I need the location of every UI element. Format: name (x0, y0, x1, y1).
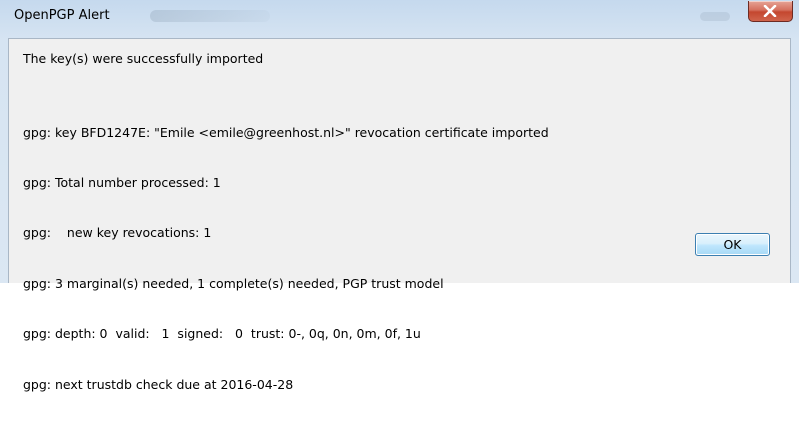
gpg-output-line: gpg: new key revocations: 1 (23, 225, 212, 241)
gpg-output-line: gpg: Total number processed: 1 (23, 174, 221, 190)
window-title: OpenPGP Alert (14, 8, 110, 23)
close-button[interactable] (748, 1, 793, 22)
ok-button[interactable]: OK (695, 233, 770, 256)
alert-window: OpenPGP Alert The key(s) were successful… (0, 0, 799, 392)
success-headline: The key(s) were successfully imported (23, 51, 264, 66)
gpg-output-line: gpg: key BFD1247E: "Emile <emile@greenho… (23, 124, 549, 140)
title-bar-background-blur (150, 10, 270, 22)
title-bar[interactable]: OpenPGP Alert (0, 0, 799, 38)
title-bar-background-blur (700, 12, 730, 21)
gpg-output: gpg: key BFD1247E: "Emile <emile@greenho… (23, 91, 549, 427)
gpg-output-line: gpg: next trustdb check due at 2016-04-2… (23, 376, 294, 392)
dialog-body: The key(s) were successfully imported gp… (8, 38, 791, 392)
gpg-output-line: gpg: depth: 0 valid: 1 signed: 0 trust: … (23, 326, 421, 342)
gpg-output-line: gpg: 3 marginal(s) needed, 1 complete(s)… (23, 275, 444, 291)
close-icon (763, 5, 777, 17)
